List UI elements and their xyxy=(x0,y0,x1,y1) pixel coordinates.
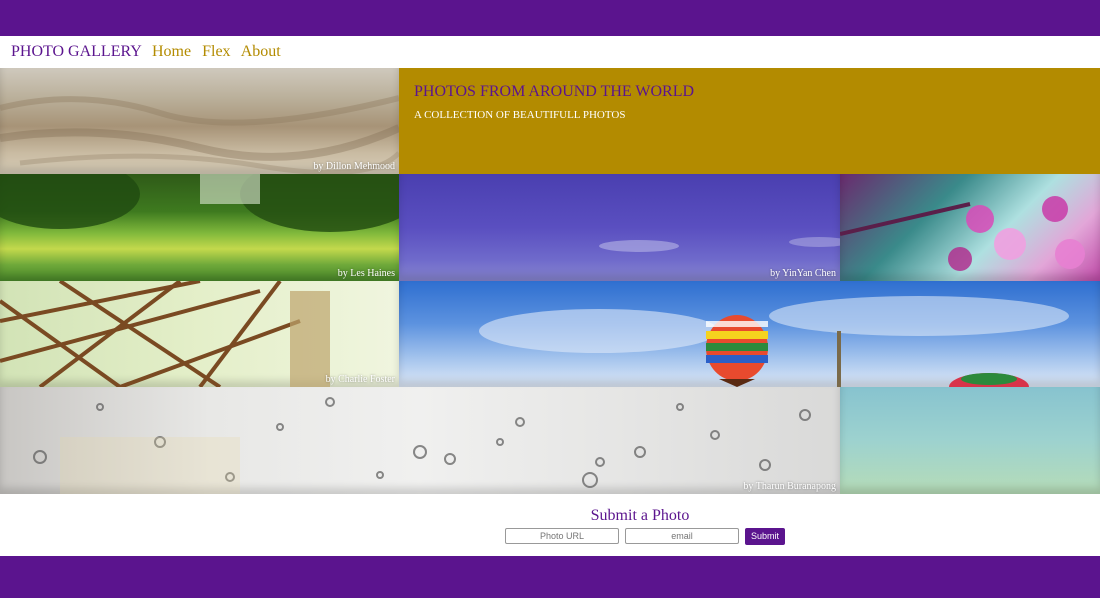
hero-title: PHOTOS FROM AROUND THE WORLD xyxy=(414,83,695,100)
sky-clouds xyxy=(599,237,840,252)
nav-link-home[interactable]: Home xyxy=(152,43,191,60)
navbar: PHOTO GALLERY Home Flex About xyxy=(0,36,1100,68)
submit-heading: Submit a Photo xyxy=(590,507,690,524)
blossom-petals xyxy=(840,196,1085,271)
submit-button[interactable]: Submit xyxy=(745,527,786,545)
nav-links: Home Flex About xyxy=(152,43,288,61)
photo-tile-raindrops[interactable]: by Tharun Buranapong xyxy=(0,387,840,494)
hero-banner: PHOTOS FROM AROUND THE WORLD A COLLECTIO… xyxy=(399,68,1100,174)
nav-link-flex[interactable]: Flex xyxy=(202,43,230,60)
email-input[interactable] xyxy=(625,528,739,544)
photo-tile-teal-sky[interactable] xyxy=(840,387,1100,494)
hero-subtitle: A COLLECTION OF BEAUTIFULL PHOTOS xyxy=(414,109,626,121)
meadow-trees xyxy=(0,174,399,232)
photo-grid: by Dillon Mehmood PHOTOS FROM AROUND THE… xyxy=(0,68,1100,494)
photo-tile-meadow[interactable]: by Les Haines xyxy=(0,174,399,281)
photo-credit: by Charlie Foster xyxy=(325,374,395,385)
balloons xyxy=(479,296,1069,387)
photo-credit: by Dillon Mehmood xyxy=(313,161,395,172)
photo-tile-aerial-landscape[interactable]: by Dillon Mehmood xyxy=(0,68,399,174)
photo-credit: by YinYan Chen xyxy=(770,268,836,279)
aerial-texture xyxy=(0,95,399,174)
submit-photo-section: Submit a Photo Submit xyxy=(0,494,1100,556)
footer-bar xyxy=(0,556,1100,598)
balloon-1 xyxy=(706,315,768,387)
photo-tile-hot-air-balloons[interactable] xyxy=(399,281,1100,387)
photo-credit: by Les Haines xyxy=(337,268,395,279)
photo-url-input[interactable] xyxy=(505,528,619,544)
photo-tile-blue-sky[interactable]: by YinYan Chen xyxy=(399,174,840,281)
brand-title[interactable]: PHOTO GALLERY xyxy=(11,43,142,61)
nav-link-about[interactable]: About xyxy=(241,43,281,60)
submit-form: Submit xyxy=(505,526,786,545)
top-banner xyxy=(0,0,1100,36)
rain-drops xyxy=(33,397,811,494)
photo-credit: by Tharun Buranapong xyxy=(743,481,836,492)
photo-tile-steel-structure[interactable]: by Charlie Foster xyxy=(0,281,399,387)
steel-beams xyxy=(0,281,330,387)
photo-tile-pink-blossoms[interactable] xyxy=(840,174,1100,281)
